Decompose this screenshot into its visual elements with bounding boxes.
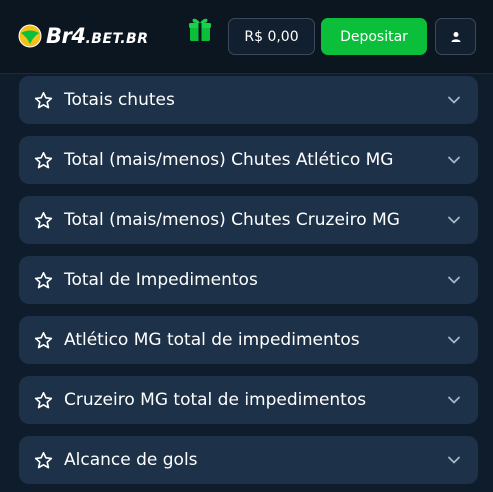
chevron-down-icon[interactable] (447, 275, 461, 285)
market-row[interactable]: Total de Impedimentos (19, 256, 478, 304)
logo-domain: .BET.BR (85, 31, 149, 47)
market-label: Totais chutes (64, 90, 175, 110)
star-icon[interactable] (34, 91, 53, 110)
chevron-down-icon[interactable] (447, 215, 461, 225)
chevron-down-icon[interactable] (447, 455, 461, 465)
star-icon[interactable] (34, 331, 53, 350)
market-row[interactable]: Cruzeiro MG total de impedimentos (19, 376, 478, 424)
chevron-down-icon[interactable] (447, 335, 461, 345)
star-icon[interactable] (34, 391, 53, 410)
market-label: Total (mais/menos) Chutes Cruzeiro MG (64, 210, 400, 230)
soccer-ball-icon (18, 24, 42, 48)
user-menu-button[interactable] (435, 18, 476, 55)
market-row[interactable]: Total (mais/menos) Chutes Atlético MG (19, 136, 478, 184)
market-label: Total de Impedimentos (64, 270, 258, 290)
market-label: Cruzeiro MG total de impedimentos (64, 390, 367, 410)
balance-display[interactable]: R$ 0,00 (228, 18, 315, 55)
market-row[interactable]: Totais chutes (19, 76, 478, 124)
chevron-down-icon[interactable] (447, 155, 461, 165)
logo-brand: Br4 (46, 24, 86, 48)
market-row[interactable]: Atlético MG total de impedimentos (19, 316, 478, 364)
deposit-button[interactable]: Depositar (321, 18, 427, 55)
chevron-down-icon[interactable] (447, 395, 461, 405)
market-row[interactable]: Alcance de gols (19, 436, 478, 484)
star-icon[interactable] (34, 151, 53, 170)
star-icon[interactable] (34, 271, 53, 290)
site-logo[interactable]: Br4 .BET.BR (18, 23, 148, 49)
market-label: Alcance de gols (64, 450, 198, 470)
top-header: Br4 .BET.BR R$ 0,00 Depositar (0, 0, 493, 74)
market-label: Atlético MG total de impedimentos (64, 330, 360, 350)
market-row[interactable]: Total (mais/menos) Chutes Cruzeiro MG (19, 196, 478, 244)
chevron-down-icon[interactable] (447, 95, 461, 105)
market-label: Total (mais/menos) Chutes Atlético MG (64, 150, 394, 170)
star-icon[interactable] (34, 211, 53, 230)
gift-icon[interactable] (186, 15, 214, 43)
user-icon (451, 31, 460, 42)
star-icon[interactable] (34, 451, 53, 470)
